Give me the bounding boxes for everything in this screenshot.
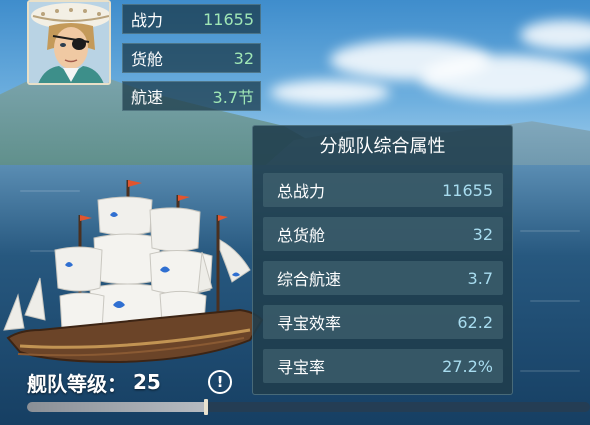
stat-label: 航速: [131, 88, 164, 107]
stat-value: 3.7节: [212, 88, 254, 107]
attr-label: 总战力: [277, 182, 326, 201]
progress-marker: [204, 399, 208, 415]
stat-power: 战力 11655: [122, 4, 261, 34]
fleet-level: 舰队等级： 25: [27, 368, 161, 396]
cloud: [420, 55, 590, 100]
attr-value: 62.2: [457, 312, 493, 332]
stat-value: 32: [233, 48, 254, 68]
galleon-ship-icon[interactable]: [0, 170, 265, 370]
attr-value: 11655: [442, 180, 493, 200]
attr-row-speed: 综合航速 3.7: [263, 261, 503, 295]
stat-value: 11655: [203, 9, 254, 29]
attr-value: 32: [472, 224, 493, 244]
fleet-level-progress-bar: [27, 402, 590, 412]
captain-portrait-icon: [29, 2, 109, 83]
wave: [520, 370, 580, 372]
wave: [530, 300, 580, 302]
stat-label: 货舱: [131, 50, 164, 69]
stat-label: 战力: [131, 11, 164, 30]
attr-label: 总货舱: [277, 226, 326, 245]
info-icon[interactable]: !: [208, 370, 232, 394]
wave: [520, 230, 580, 232]
panel-title: 分舰队综合属性: [319, 136, 446, 157]
captain-avatar[interactable]: [27, 0, 111, 85]
stat-speed: 航速 3.7节: [122, 81, 261, 111]
attr-label: 综合航速: [277, 270, 342, 289]
progress-fill: [27, 402, 208, 412]
fleet-attributes-panel: 分舰队综合属性 总战力 11655 总货舱 32 综合航速 3.7 寻宝效率 6…: [252, 125, 513, 395]
attr-label: 寻宝率: [277, 358, 326, 377]
attr-row-total-cargo: 总货舱 32: [263, 217, 503, 251]
attr-row-treasure-efficiency: 寻宝效率 62.2: [263, 305, 503, 339]
attr-row-treasure-rate: 寻宝率 27.2%: [263, 349, 503, 383]
fleet-level-label: 舰队等级：: [27, 371, 127, 396]
attr-value: 3.7: [467, 268, 493, 288]
attr-value: 27.2%: [442, 356, 493, 376]
cloud: [270, 80, 390, 105]
attr-label: 寻宝效率: [277, 314, 342, 333]
fleet-level-value: 25: [133, 370, 161, 394]
stat-cargo: 货舱 32: [122, 43, 261, 73]
attr-row-total-power: 总战力 11655: [263, 173, 503, 207]
